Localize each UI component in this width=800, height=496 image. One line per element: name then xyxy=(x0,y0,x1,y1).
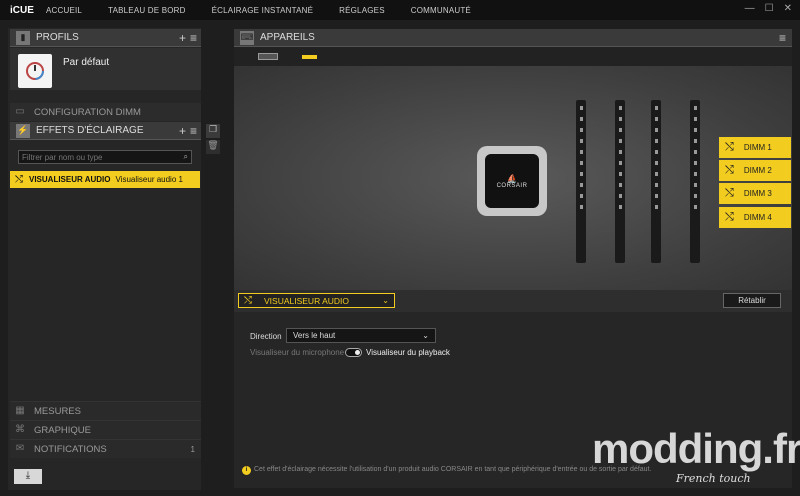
trash-icon[interactable]: 🗑 xyxy=(206,140,220,154)
direction-label: Direction xyxy=(250,332,282,341)
effects-header: ⚡ EFFETS D'ÉCLAIRAGE + ≡ xyxy=(10,122,201,140)
lightning-icon: ⚡ xyxy=(16,123,30,138)
sidebar-item-dimm-config[interactable]: ▭ CONFIGURATION DIMM xyxy=(10,103,201,121)
title-bar: iCUE ACCUEIL TABLEAU DE BORD ÉCLAIRAGE I… xyxy=(0,0,800,20)
effect-dropdown[interactable]: ⤭ VISUALISEUR AUDIO ⌄ xyxy=(238,293,395,308)
ram-stick-3[interactable] xyxy=(651,100,661,263)
ram-stick-2[interactable] xyxy=(615,100,625,263)
effect-item[interactable]: ⤭ VISUALISEUR AUDIO Visualiseur audio 1 xyxy=(10,171,200,188)
watermark-logo: modding.fr xyxy=(592,425,800,472)
search-icon: ⌕ xyxy=(183,152,188,161)
shuffle-icon: ⤭ xyxy=(725,164,734,176)
dimm-label: DIMM 4 xyxy=(743,213,772,222)
close-button[interactable]: ✕ xyxy=(784,3,792,14)
profiles-menu-button[interactable]: ≡ xyxy=(190,31,197,45)
sidebar-item-graphique[interactable]: ⌘ GRAPHIQUE xyxy=(10,420,201,439)
shuffle-icon: ⤭ xyxy=(15,174,23,185)
memory-device-tab[interactable] xyxy=(302,55,317,59)
dimm-button-3[interactable]: ⤭ DIMM 3 xyxy=(719,183,791,204)
nav-tableau-de-bord[interactable]: TABLEAU DE BORD xyxy=(108,6,186,15)
sidebar-item-notifications[interactable]: ✉ NOTIFICATIONS 1 xyxy=(10,439,201,458)
chevron-down-icon: ⌄ xyxy=(382,296,389,305)
filter-field[interactable]: ⌕ xyxy=(18,150,192,164)
devices-menu-button[interactable]: ≡ xyxy=(779,31,786,45)
mesures-label: MESURES xyxy=(34,405,81,417)
profile-avatar xyxy=(18,54,52,88)
memory-icon: ▭ xyxy=(15,106,25,117)
nav-eclairage-instantane[interactable]: ÉCLAIRAGE INSTANTANÉ xyxy=(212,6,314,15)
add-effect-button[interactable]: + xyxy=(179,124,186,138)
visualizer-toggle[interactable] xyxy=(345,348,362,357)
sidebar-item-mesures[interactable]: ▦ MESURES xyxy=(10,401,201,420)
nav-communaute[interactable]: COMMUNAUTÉ xyxy=(411,6,471,15)
gauge-icon: ▦ xyxy=(15,405,25,416)
effect-dropdown-value: VISUALISEUR AUDIO xyxy=(264,295,350,306)
add-profile-button[interactable]: + xyxy=(179,31,186,45)
shuffle-icon: ⤭ xyxy=(725,187,734,199)
notifications-count: 1 xyxy=(190,444,195,454)
maximize-button[interactable]: ☐ xyxy=(765,3,774,14)
dimm-button-4[interactable]: ⤭ DIMM 4 xyxy=(719,207,791,228)
dimm-button-1[interactable]: ⤭ DIMM 1 xyxy=(719,137,791,158)
direction-value: Vers le haut xyxy=(293,331,336,340)
copy-icon[interactable]: ❐ xyxy=(206,124,220,138)
app-logo: iCUE xyxy=(10,4,34,16)
shuffle-icon: ⤭ xyxy=(244,295,252,306)
microphone-visualizer-label: Visualiseur du microphone xyxy=(250,348,345,357)
dimm-config-label: CONFIGURATION DIMM xyxy=(34,106,141,118)
profiles-header: ▮ PROFILS + ≡ xyxy=(10,29,201,47)
shuffle-icon: ⤭ xyxy=(725,211,734,223)
profile-item[interactable]: Par défaut xyxy=(10,48,201,90)
dimm-label: DIMM 1 xyxy=(743,143,772,152)
dimm-label: DIMM 3 xyxy=(743,189,772,198)
cooler-pump[interactable]: ⛵ CORSAIR xyxy=(477,146,547,216)
dimm-label: DIMM 2 xyxy=(743,166,772,175)
playback-visualizer-label: Visualiseur du playback xyxy=(366,348,450,357)
download-button[interactable]: ⤓ xyxy=(14,469,42,484)
bell-icon: ✉ xyxy=(15,443,25,454)
effect-name: Visualiseur audio 1 xyxy=(115,175,183,184)
cooler-brand: CORSAIR xyxy=(496,182,528,189)
filter-input[interactable] xyxy=(19,152,169,162)
watermark-tagline: French touch xyxy=(676,472,751,485)
effect-type: VISUALISEUR AUDIO xyxy=(29,175,111,184)
ram-stick-4[interactable] xyxy=(690,100,700,263)
devices-title: APPAREILS xyxy=(260,32,315,43)
minimize-button[interactable]: — xyxy=(745,3,755,14)
effects-menu-button[interactable]: ≡ xyxy=(190,124,197,138)
info-icon: i xyxy=(242,466,251,475)
corsair-sails-icon: ⛵ xyxy=(507,173,517,183)
profile-icon: ▮ xyxy=(16,30,30,45)
keyboard-device-icon[interactable] xyxy=(258,53,278,60)
dimm-button-2[interactable]: ⤭ DIMM 2 xyxy=(719,160,791,181)
keyboard-header-icon: ⌨ xyxy=(240,30,254,45)
devices-header: ⌨ APPAREILS ≡ xyxy=(234,29,792,47)
nav-reglages[interactable]: RÉGLAGES xyxy=(339,6,385,15)
direction-select[interactable]: Vers le haut ⌄ xyxy=(286,328,436,343)
chevron-down-icon: ⌄ xyxy=(422,331,429,340)
profiles-title: PROFILS xyxy=(36,32,79,43)
graph-icon: ⌘ xyxy=(15,424,25,435)
reset-button[interactable]: Rétablir xyxy=(723,293,781,308)
nav-accueil[interactable]: ACCUEIL xyxy=(46,6,82,15)
ram-stick-1[interactable] xyxy=(576,100,586,263)
effects-title: EFFETS D'ÉCLAIRAGE xyxy=(36,125,144,136)
graphique-label: GRAPHIQUE xyxy=(34,424,92,436)
icue-power-icon xyxy=(26,62,44,80)
shuffle-icon: ⤭ xyxy=(725,141,734,153)
device-tab-strip xyxy=(234,47,792,66)
profile-name: Par défaut xyxy=(63,57,110,68)
notifications-label: NOTIFICATIONS xyxy=(34,443,107,455)
